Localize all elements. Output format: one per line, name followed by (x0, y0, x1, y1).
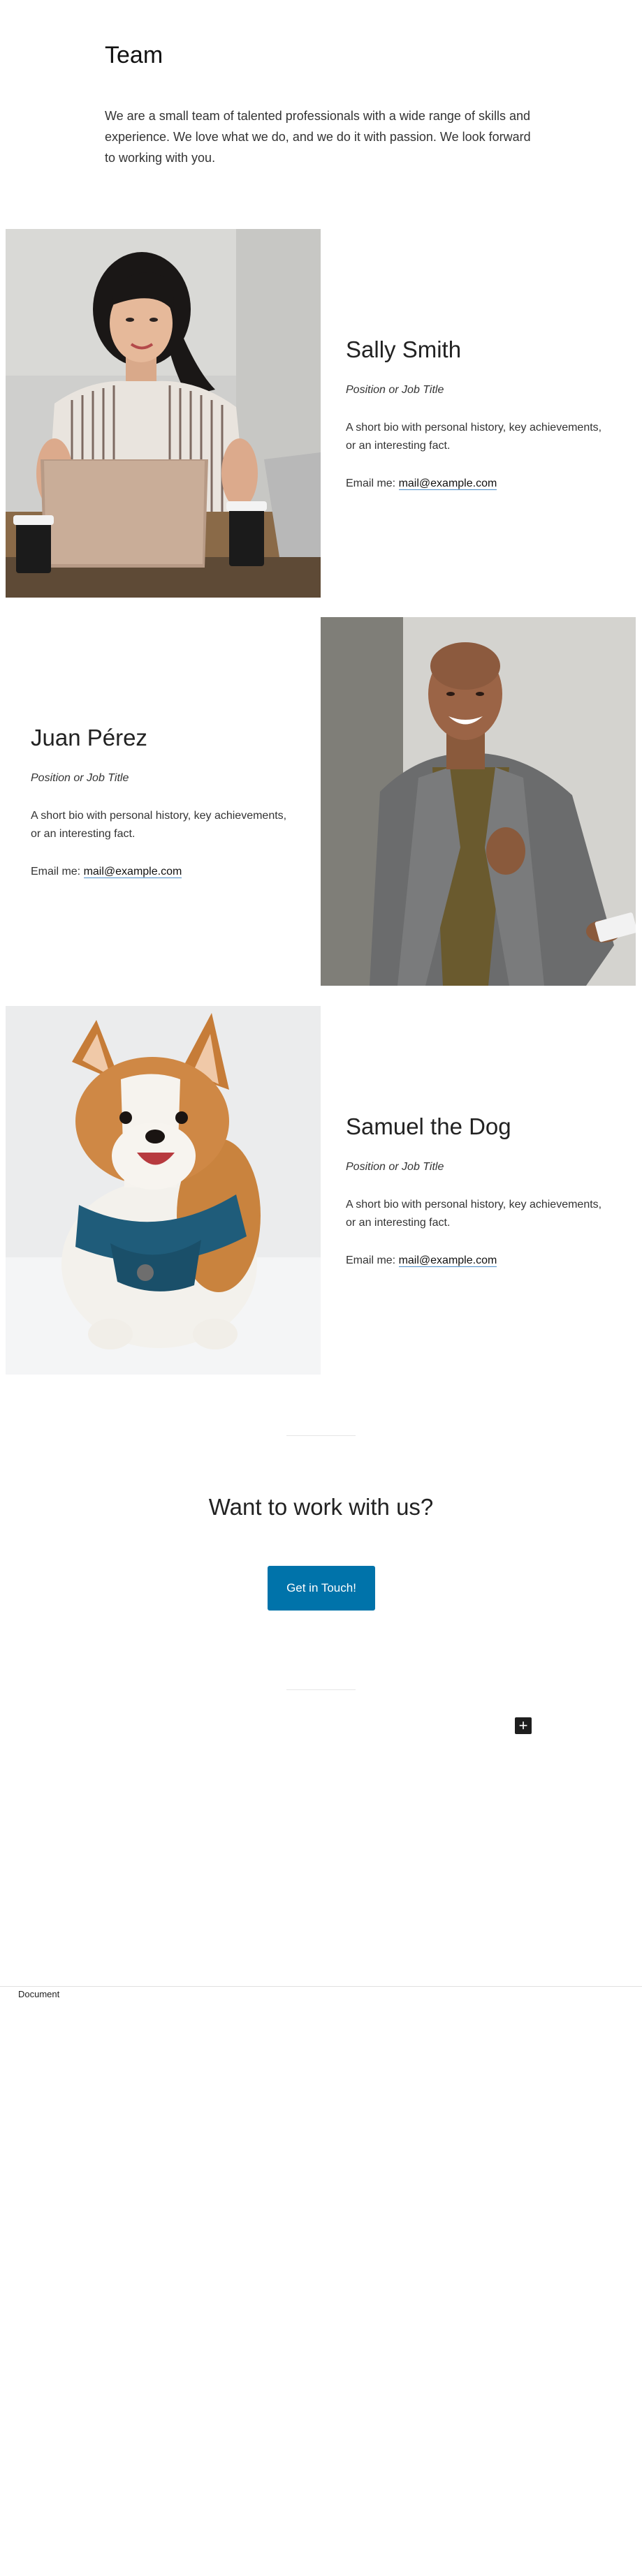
cta-heading: Want to work with us? (208, 1494, 434, 1520)
member-email-line: Email me: mail@example.com (346, 478, 611, 490)
team-member-samuel: Samuel the Dog Position or Job Title A s… (6, 1006, 636, 1375)
member-photo-sally[interactable] (6, 229, 321, 598)
team-member-sally: Sally Smith Position or Job Title A shor… (6, 229, 636, 598)
intro-paragraph: We are a small team of talented professi… (105, 109, 531, 165)
member-info-sally: Sally Smith Position or Job Title A shor… (321, 229, 636, 598)
breadcrumb-document[interactable]: Document (18, 1989, 59, 1999)
member-name: Sally Smith (346, 336, 462, 362)
member-bio: A short bio with personal history, key a… (346, 1199, 602, 1229)
member-name: Juan Pérez (31, 725, 147, 750)
page-title: Team (105, 42, 163, 68)
member-role: Position or Job Title (31, 772, 129, 784)
member-email-line: Email me: mail@example.com (346, 1254, 611, 1267)
member-bio: A short bio with personal history, key a… (346, 422, 602, 452)
get-in-touch-button[interactable]: Get in Touch! (268, 1566, 375, 1611)
team-intro: Team We are a small team of talented pro… (105, 42, 538, 168)
member-role: Position or Job Title (346, 1161, 444, 1173)
member-photo-juan[interactable] (321, 617, 636, 986)
member-role: Position or Job Title (346, 384, 444, 396)
email-label: Email me: (346, 478, 396, 489)
email-label: Email me: (31, 866, 81, 878)
email-link[interactable]: mail@example.com (398, 478, 497, 490)
team-member-juan: Juan Pérez Position or Job Title A short… (6, 617, 636, 986)
email-link[interactable]: mail@example.com (83, 866, 182, 878)
email-label: Email me: (346, 1254, 396, 1266)
separator-top (286, 1435, 356, 1436)
plus-icon[interactable]: + (515, 1717, 532, 1734)
separator-bottom (286, 1689, 356, 1690)
editor-footer-divider (0, 1986, 642, 1987)
member-info-juan: Juan Pérez Position or Job Title A short… (6, 617, 321, 986)
email-link[interactable]: mail@example.com (398, 1254, 497, 1267)
member-info-samuel: Samuel the Dog Position or Job Title A s… (321, 1006, 636, 1375)
member-bio: A short bio with personal history, key a… (31, 810, 287, 840)
member-email-line: Email me: mail@example.com (31, 866, 296, 878)
member-photo-samuel[interactable] (6, 1006, 321, 1375)
member-name: Samuel the Dog (346, 1113, 511, 1139)
